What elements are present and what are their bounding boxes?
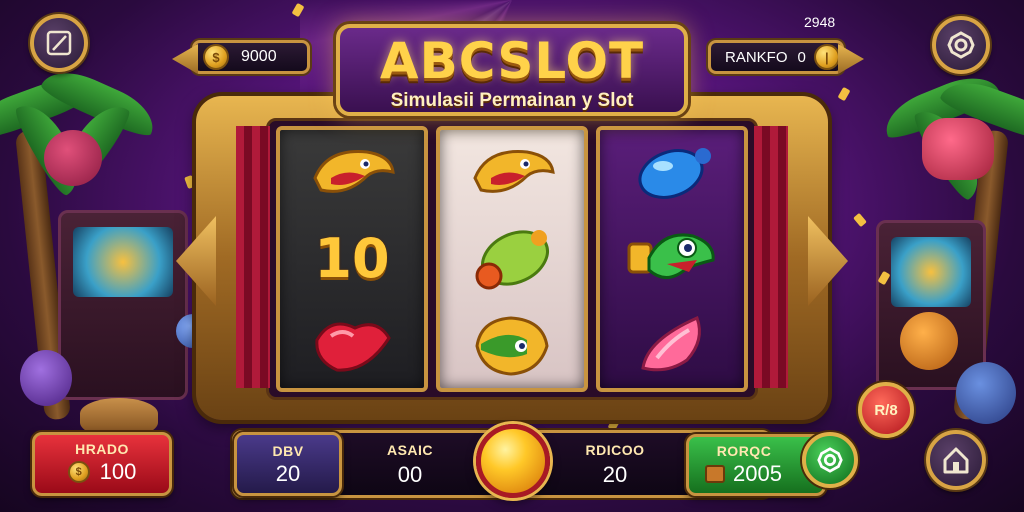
reel-3 [596, 126, 748, 392]
treasure-icon [705, 465, 725, 483]
balance-display: $ 9000 [192, 40, 310, 74]
reel-2 [436, 126, 588, 392]
pencil-icon [46, 30, 72, 56]
reel-1: 10 [276, 126, 428, 392]
confetti [837, 86, 851, 102]
home-button[interactable] [926, 430, 986, 490]
confetti [184, 174, 196, 190]
bet-box[interactable]: DBV 20 [234, 432, 342, 496]
orange-creature-icon [900, 312, 958, 370]
gear-icon [947, 31, 975, 59]
pink-creature-icon [922, 118, 994, 180]
red-badge-button[interactable]: R/8 [858, 382, 914, 438]
coin-icon: | [813, 44, 840, 70]
curtain-left [236, 126, 270, 388]
rdicoo-display: RDICOO 20 [572, 436, 658, 488]
edit-button[interactable] [30, 14, 88, 72]
slot-machine-frame: 10 [176, 96, 848, 420]
red-gem-icon [315, 322, 391, 372]
bet-label: DBV [272, 443, 304, 459]
game-title: ABCSLOT [379, 32, 645, 90]
game-subtitle: Simulasii Permainan y Slot [390, 90, 634, 111]
rank-value: 0 [797, 48, 806, 66]
home-icon [943, 447, 969, 474]
asaic-value: 00 [397, 462, 423, 487]
game-logo: ABCSLOT Simulasii Permainan y Slot [336, 24, 688, 116]
top-right-counter: 2948 [804, 14, 836, 30]
asaic-display: ASAIC 00 [370, 436, 450, 488]
green-gem-icon [475, 230, 549, 290]
hrado-label: HRADO [75, 441, 129, 457]
gear-icon [817, 447, 843, 473]
auto-spin-button[interactable] [802, 432, 858, 488]
blue-candy-icon [638, 148, 711, 199]
confetti [853, 212, 867, 228]
settings-button[interactable] [932, 16, 990, 74]
rdicoo-value: 20 [602, 462, 628, 487]
arcade-cabinet-left [58, 210, 188, 400]
green-balance-value: 2005 [733, 461, 782, 486]
coin-icon: $ [203, 44, 229, 70]
curtain-right [754, 126, 788, 388]
spin-button[interactable] [476, 424, 550, 498]
hrado-box[interactable]: HRADO $ 100 [32, 432, 172, 496]
rank-label: RANKFO [725, 48, 788, 66]
green-balance-label: RORQC [716, 443, 772, 459]
hrado-value: 100 [99, 459, 137, 484]
balance-value: 9000 [241, 48, 277, 65]
pink-gem-icon [641, 315, 701, 372]
asaic-label: ASAIC [386, 442, 434, 458]
green-fish-icon [627, 233, 715, 279]
golden-fish-icon [313, 150, 395, 193]
coin-bag-icon: $ [67, 461, 90, 483]
ten-symbol: 10 [314, 227, 390, 290]
bet-value: 20 [275, 461, 301, 486]
golden-fish-icon [473, 150, 555, 193]
blue-creature-icon [956, 362, 1016, 424]
purple-creature-icon [20, 350, 72, 406]
red-badge-text: R/8 [874, 401, 898, 419]
rdicoo-label: RDICOO [585, 442, 645, 458]
golden-fish-icon [475, 316, 549, 376]
red-creature-icon [44, 130, 102, 186]
rank-display: RANKFO 0 | [708, 40, 844, 74]
